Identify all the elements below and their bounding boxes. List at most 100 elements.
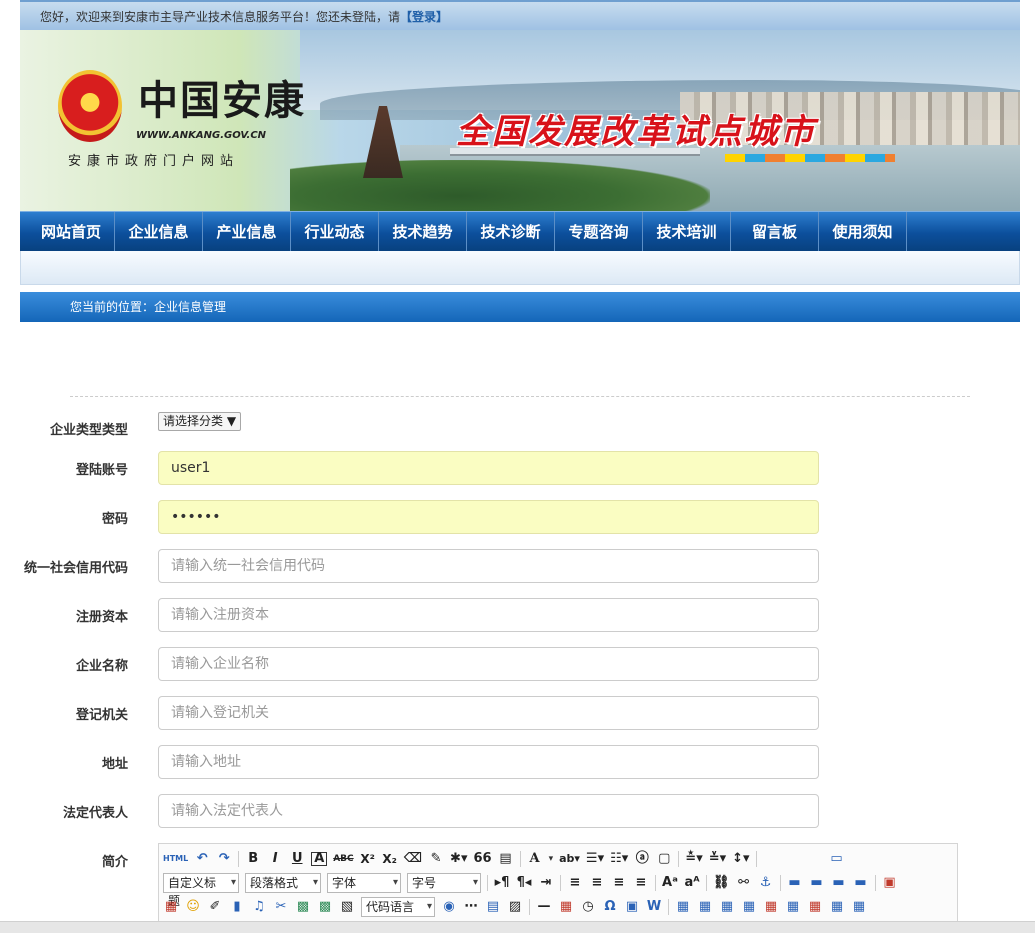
font-size-dropdown[interactable]: 字号 [407, 873, 481, 893]
auto-format-icon[interactable]: ✱▾ [450, 850, 467, 868]
nav-item-industry-news[interactable]: 行业动态 [291, 211, 379, 252]
blockquote-button[interactable]: 66 [473, 850, 491, 868]
nav-item-training[interactable]: 技术培训 [643, 211, 731, 252]
category-select[interactable]: 请选择分类 ▼ [158, 412, 242, 431]
nav-item-message-board[interactable]: 留言板 [731, 211, 819, 252]
delete-table-icon[interactable]: ▦ [697, 898, 713, 916]
nav-item-industry-info[interactable]: 产业信息 [203, 211, 291, 252]
nav-item-usage-notes[interactable]: 使用须知 [819, 211, 907, 252]
bold-button[interactable]: B [245, 850, 261, 868]
nav-item-home[interactable]: 网站首页 [28, 211, 115, 252]
nav-item-company-info[interactable]: 企业信息 [115, 211, 203, 252]
align-center-icon[interactable]: ≡ [589, 874, 605, 892]
select-all-icon[interactable]: ⓐ [634, 850, 650, 868]
insert-col-icon[interactable]: ▦ [785, 898, 801, 916]
special-chars-button[interactable]: Ω [602, 898, 618, 916]
attachment-icon[interactable]: ✂ [273, 898, 289, 916]
snapscreen-icon[interactable]: ▣ [624, 898, 640, 916]
row-spacing-top-icon[interactable]: ≛▾ [685, 850, 702, 868]
uppercase-icon[interactable]: Aᵃ [662, 874, 678, 892]
align-right-icon[interactable]: ≡ [611, 874, 627, 892]
unordered-list-icon[interactable]: ☷▾ [610, 850, 628, 868]
rtl-icon[interactable]: ¶◂ [516, 874, 532, 892]
italic-button[interactable]: I [267, 850, 283, 868]
superscript-button[interactable]: X² [360, 850, 376, 868]
national-emblem-icon [58, 70, 122, 142]
paragraph-dropdown[interactable]: 段落格式 [245, 873, 321, 893]
nav-item-tech-trends[interactable]: 技术趋势 [379, 211, 467, 252]
subscript-button[interactable]: X₂ [382, 850, 398, 868]
align-left-icon[interactable]: ≡ [567, 874, 583, 892]
undo-icon[interactable]: ↶ [194, 850, 210, 868]
delete-col-icon[interactable]: ▦ [807, 898, 823, 916]
horizontal-rule-icon[interactable]: — [536, 898, 552, 916]
address-input[interactable] [158, 745, 819, 779]
capital-input[interactable] [158, 598, 819, 632]
site-logo[interactable]: 中国安康 [138, 68, 306, 126]
scrawl-icon[interactable]: ✐ [207, 898, 223, 916]
lowercase-icon[interactable]: aᴬ [684, 874, 700, 892]
delete-row-icon[interactable]: ▦ [763, 898, 779, 916]
time-icon[interactable]: ◷ [580, 898, 596, 916]
row-spacing-bottom-icon[interactable]: ≚▾ [709, 850, 726, 868]
horizontal-scrollbar[interactable] [0, 921, 1035, 933]
underline-button[interactable]: U [289, 850, 305, 868]
login-link[interactable]: 【登录】 [400, 10, 448, 24]
template-icon[interactable]: ▤ [485, 898, 501, 916]
insert-caption-icon[interactable]: ▦ [719, 898, 735, 916]
legal-rep-input[interactable] [158, 794, 819, 828]
chevron-down-icon[interactable]: ▾ [549, 854, 554, 864]
image-right-icon[interactable]: ▬ [831, 874, 847, 892]
date-icon[interactable]: ▦ [558, 898, 574, 916]
pagebreak-icon[interactable]: ⋯ [463, 898, 479, 916]
rich-text-editor: HTML ↶ ↷ B I U A ABC X² X₂ ⌫ ✎ ✱▾ 66 ▤ A… [158, 843, 958, 933]
image-none-icon[interactable]: ▬ [787, 874, 803, 892]
format-brush-icon[interactable]: ✎ [428, 850, 444, 868]
ltr-icon[interactable]: ▸¶ [494, 874, 510, 892]
eraser-icon[interactable]: ⌫ [404, 850, 422, 868]
redo-icon[interactable]: ↷ [216, 850, 232, 868]
webapp-icon[interactable]: ◉ [441, 898, 457, 916]
ordered-list-icon[interactable]: ☰▾ [586, 850, 604, 868]
image-center-icon[interactable]: ▬ [853, 874, 869, 892]
split-cells-icon[interactable]: ▦ [851, 898, 867, 916]
nav-item-tech-diagnosis[interactable]: 技术诊断 [467, 211, 555, 252]
insert-table-icon[interactable]: ▦ [675, 898, 691, 916]
anchor-icon[interactable]: ⚓ [758, 874, 774, 892]
insert-row-icon[interactable]: ▦ [741, 898, 757, 916]
html-source-button[interactable]: HTML [163, 850, 188, 868]
video-icon[interactable]: ▮ [229, 898, 245, 916]
fullscreen-icon[interactable]: ▭ [829, 850, 845, 868]
background-icon[interactable]: ▨ [507, 898, 523, 916]
paste-plain-icon[interactable]: ▤ [498, 850, 514, 868]
company-name-input[interactable] [158, 647, 819, 681]
unlink-icon[interactable]: ⚯ [736, 874, 752, 892]
clear-doc-icon[interactable]: ▢ [656, 850, 672, 868]
password-field[interactable] [158, 500, 819, 534]
image-left-icon[interactable]: ▬ [809, 874, 825, 892]
music-icon[interactable]: ♫ [251, 898, 267, 916]
authority-input[interactable] [158, 696, 819, 730]
indent-icon[interactable]: ⇥ [538, 874, 554, 892]
multi-image-icon[interactable]: ▦ [163, 898, 179, 916]
emotion-icon[interactable]: ☺ [185, 898, 201, 916]
nav-item-consulting[interactable]: 专题咨询 [555, 211, 643, 252]
insert-image-icon[interactable]: ▣ [882, 874, 898, 892]
line-height-icon[interactable]: ↕▾ [732, 850, 749, 868]
strikethrough-button[interactable]: ABC [333, 850, 353, 868]
word-image-icon[interactable]: W [646, 898, 662, 916]
merge-cells-icon[interactable]: ▦ [829, 898, 845, 916]
font-border-button[interactable]: A [311, 852, 328, 866]
account-field[interactable] [158, 451, 819, 485]
link-icon[interactable]: ⛓ [713, 874, 730, 892]
highlight-icon[interactable]: ab▾ [559, 850, 580, 868]
map-icon[interactable]: ▩ [295, 898, 311, 916]
gmap-icon[interactable]: ▩ [317, 898, 333, 916]
forecolor-button[interactable]: A [527, 850, 543, 868]
heading-dropdown[interactable]: 自定义标题 [163, 873, 239, 908]
code-language-dropdown[interactable]: 代码语言 [361, 897, 435, 917]
credit-code-input[interactable] [158, 549, 819, 583]
align-justify-icon[interactable]: ≡ [633, 874, 649, 892]
font-family-dropdown[interactable]: 字体 [327, 873, 401, 893]
insert-frame-icon[interactable]: ▧ [339, 898, 355, 916]
